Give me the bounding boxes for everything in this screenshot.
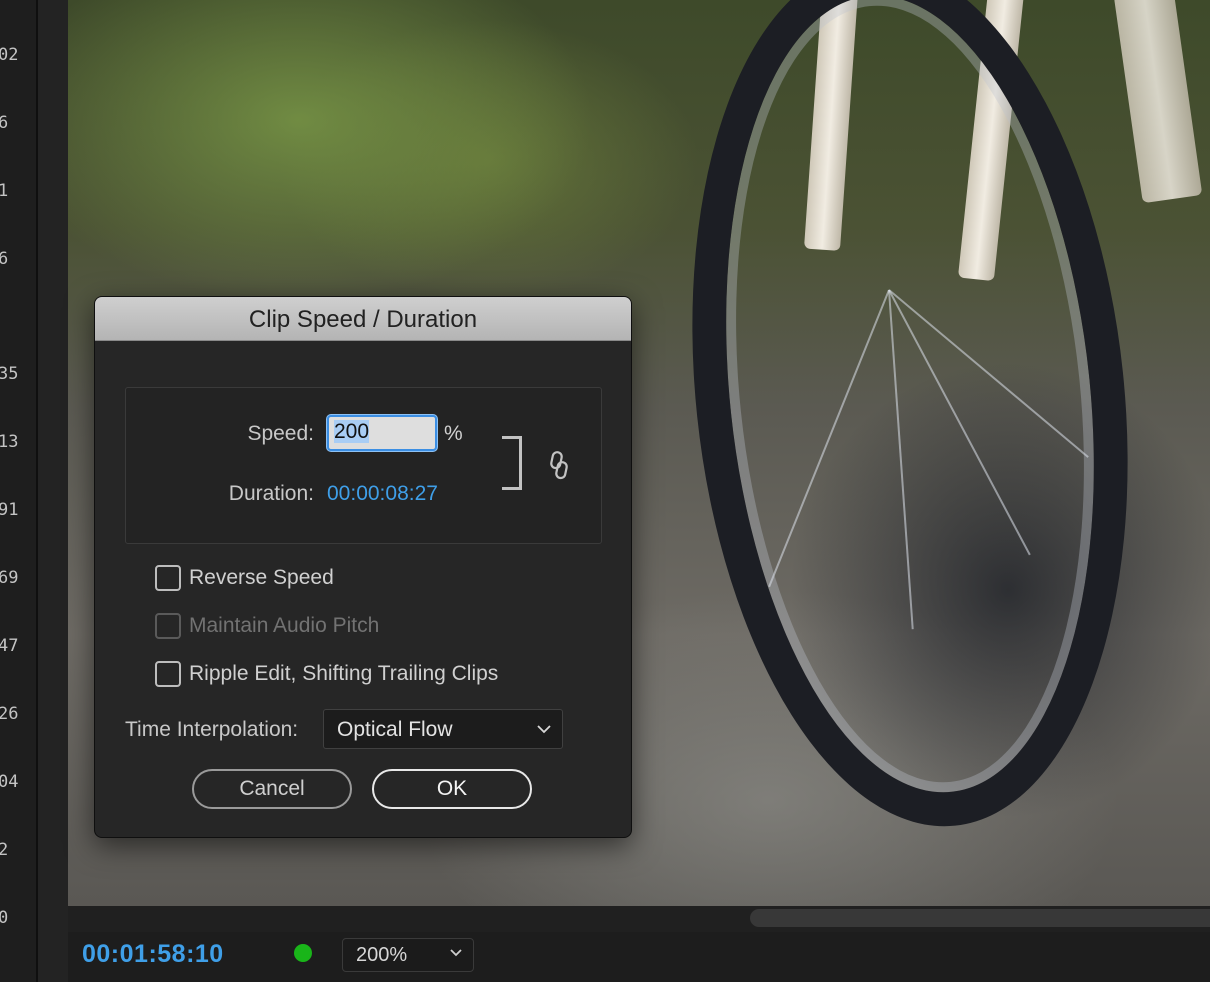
ruler-label: 0 bbox=[0, 908, 8, 928]
chevron-down-icon bbox=[537, 725, 551, 734]
speed-input[interactable]: 200 bbox=[327, 415, 437, 451]
speed-value: 200 bbox=[334, 420, 370, 443]
left-ruler: 02 6 1 6 35 13 91 69 47 26 04 2 0 bbox=[0, 0, 38, 982]
zoom-level-value: 200% bbox=[356, 944, 408, 966]
playhead-timecode[interactable]: 00:01:58:10 bbox=[82, 940, 224, 969]
ruler-label: 47 bbox=[0, 636, 19, 656]
reverse-speed-checkbox[interactable] bbox=[155, 565, 181, 591]
ruler-label: 6 bbox=[0, 249, 8, 269]
duration-value[interactable]: 00:00:08:27 bbox=[327, 482, 438, 506]
ruler-label: 91 bbox=[0, 500, 19, 520]
ruler-label: 26 bbox=[0, 704, 19, 724]
bike-frame bbox=[1113, 0, 1203, 204]
maintain-audio-pitch-checkbox bbox=[155, 613, 181, 639]
status-indicator bbox=[294, 944, 312, 962]
zoom-level-dropdown[interactable]: 200% bbox=[342, 938, 474, 972]
chain-link-icon[interactable] bbox=[549, 450, 569, 480]
time-interpolation-label: Time Interpolation: bbox=[125, 718, 299, 741]
dialog-title[interactable]: Clip Speed / Duration bbox=[95, 297, 631, 341]
time-interpolation-value: Optical Flow bbox=[337, 718, 453, 741]
link-bracket bbox=[502, 436, 522, 490]
percent-label: % bbox=[444, 422, 463, 445]
ruler-label: 02 bbox=[0, 45, 19, 65]
speed-label: Speed: bbox=[247, 422, 314, 445]
ripple-edit-checkbox[interactable] bbox=[155, 661, 181, 687]
duration-label: Duration: bbox=[228, 482, 314, 505]
chevron-down-icon bbox=[450, 949, 462, 957]
monitor-scrollbar-thumb[interactable] bbox=[750, 909, 1210, 927]
ruler-gutter bbox=[38, 0, 68, 982]
ruler-label: 13 bbox=[0, 432, 19, 452]
maintain-audio-pitch-label: Maintain Audio Pitch bbox=[189, 614, 380, 637]
ruler-label: 2 bbox=[0, 840, 8, 860]
ripple-edit-label[interactable]: Ripple Edit, Shifting Trailing Clips bbox=[189, 662, 498, 686]
clip-speed-duration-dialog: Clip Speed / Duration Speed: 200 % Durat… bbox=[94, 296, 632, 838]
ruler-label: 6 bbox=[0, 113, 8, 133]
speed-duration-group: Speed: 200 % Duration: 00:00:08:27 bbox=[125, 387, 602, 544]
ruler-label: 1 bbox=[0, 181, 8, 201]
ruler-label: 69 bbox=[0, 568, 19, 588]
ok-button[interactable]: OK bbox=[372, 769, 532, 809]
reverse-speed-label[interactable]: Reverse Speed bbox=[189, 566, 334, 590]
cancel-button[interactable]: Cancel bbox=[192, 769, 352, 809]
ruler-label: 35 bbox=[0, 364, 19, 384]
ruler-label: 04 bbox=[0, 772, 19, 792]
time-interpolation-dropdown[interactable]: Optical Flow bbox=[323, 709, 563, 749]
